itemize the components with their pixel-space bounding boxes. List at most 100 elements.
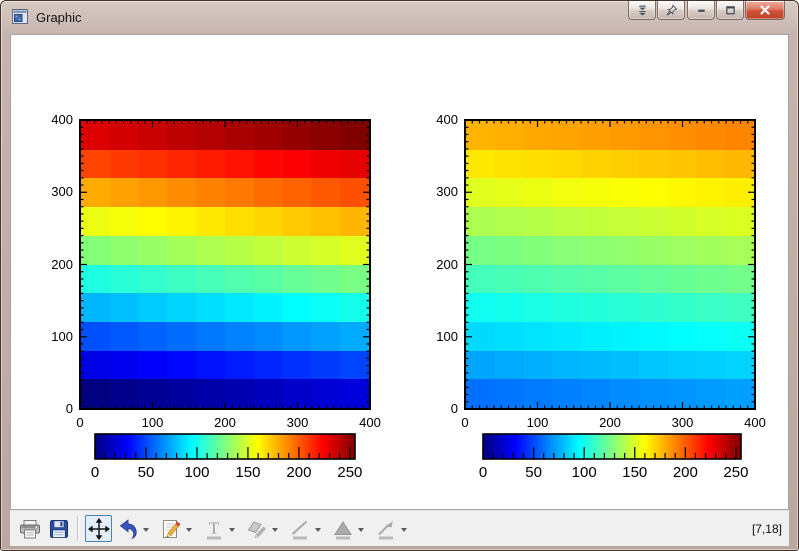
heatmap-cell [225,207,254,236]
maximize-button[interactable] [716,1,744,20]
annotate-dropdown-arrow[interactable] [186,528,192,532]
heatmap-cell [225,121,254,150]
colorbar-tick-label: 250 [713,464,759,481]
y-tick-label: 200 [414,257,458,272]
heatmap-cell [311,351,340,380]
minimize-button[interactable] [687,1,715,20]
close-button[interactable] [745,1,785,20]
text-button: T [200,515,227,542]
heatmap-cell [495,178,524,207]
heatmap-cell [495,265,524,294]
heatmap-cell [254,150,283,179]
x-tick-label: 300 [276,415,320,430]
polygon-tool-icon [331,517,355,541]
pushpin-icon [665,4,678,17]
heatmap-cell [524,293,553,322]
heatmap-cell [340,150,369,179]
heatmap-cell [340,322,369,351]
arrow-button [372,515,399,542]
heatmap-cell [340,351,369,380]
toolbar-buttons: T [15,515,414,542]
heatmap-cell [283,207,312,236]
heatmap-cell [581,322,610,351]
heatmap-cell [340,379,369,408]
heatmap-cell [139,236,168,265]
colorbar-tick-label: 150 [612,464,658,481]
heatmap-cell [581,293,610,322]
heatmap-cell [552,236,581,265]
heatmap-cell [340,293,369,322]
heatmap-cell [110,322,139,351]
heatmap-cell [283,178,312,207]
heatmap-cell [254,236,283,265]
arrow-dropdown-arrow [401,528,407,532]
heatmap-cell [581,379,610,408]
heatmap-cell [610,379,639,408]
undo-dropdown-arrow[interactable] [143,528,149,532]
print-button[interactable] [16,515,43,542]
heatmap-cell [254,178,283,207]
caption-button-group-left [628,1,685,20]
annotate-button[interactable] [157,515,184,542]
heatmap-cell [610,265,639,294]
heatmap-cell [610,236,639,265]
annotate-pencil-icon [159,517,183,541]
heatmap-cell [581,265,610,294]
pan-arrows-icon [87,517,111,541]
heatmap-cell [725,293,754,322]
heatmap-cell [283,293,312,322]
colorbar-tick-label: 50 [123,464,169,481]
heatmap-cell [340,265,369,294]
heatmap-cell [725,178,754,207]
heatmap-cell [254,265,283,294]
heatmap-cell [196,293,225,322]
heatmap-cell [110,379,139,408]
heatmap-cell [696,207,725,236]
collapse-button[interactable] [628,1,656,20]
heatmap-cell [139,207,168,236]
heatmap-cell [196,207,225,236]
line-tool-icon [288,517,312,541]
colorbar-tick-label: 200 [662,464,708,481]
heatmap-cell [524,207,553,236]
heatmap-cell [283,265,312,294]
colorbar-left [95,434,355,459]
heatmap-cell [639,293,668,322]
heatmap-cell [81,178,110,207]
heatmap-cell [110,293,139,322]
save-button[interactable] [45,515,72,542]
heatmap-cell [725,265,754,294]
pan-button[interactable] [85,515,112,542]
heatmap-cell [225,265,254,294]
heatmap-cell [110,150,139,179]
heatmap-cell [110,178,139,207]
heatmap-cell [466,207,495,236]
heatmap-cell [167,322,196,351]
heatmap-cell [639,121,668,150]
x-tick-label: 400 [348,415,392,430]
heatmap-cell [668,293,697,322]
heatmap-cell [524,265,553,294]
graphics-canvas[interactable]: 0100200300400010020030040005010015020025… [10,34,789,510]
heatmap-cell [254,351,283,380]
pin-button[interactable] [657,1,685,20]
heatmap-cell [581,178,610,207]
heatmap-cell [110,121,139,150]
heatmap-cell [254,207,283,236]
colorbar-tick-label: 250 [327,464,373,481]
heatmap-cell [524,236,553,265]
x-tick-label: 300 [661,415,705,430]
heatmap-cell [668,379,697,408]
heatmap-cell [196,150,225,179]
undo-button[interactable] [114,515,141,542]
heatmap-cell [696,351,725,380]
heatmap-cell [725,379,754,408]
heatmap-cell [196,265,225,294]
titlebar[interactable]: Graphic [1,1,798,33]
heatmap-cell [311,322,340,351]
heatmap-cell [340,207,369,236]
heatmap-cell [668,322,697,351]
heatmap-image-right[interactable] [466,121,754,408]
heatmap-image-left[interactable] [81,121,369,408]
heatmap-cell [495,379,524,408]
